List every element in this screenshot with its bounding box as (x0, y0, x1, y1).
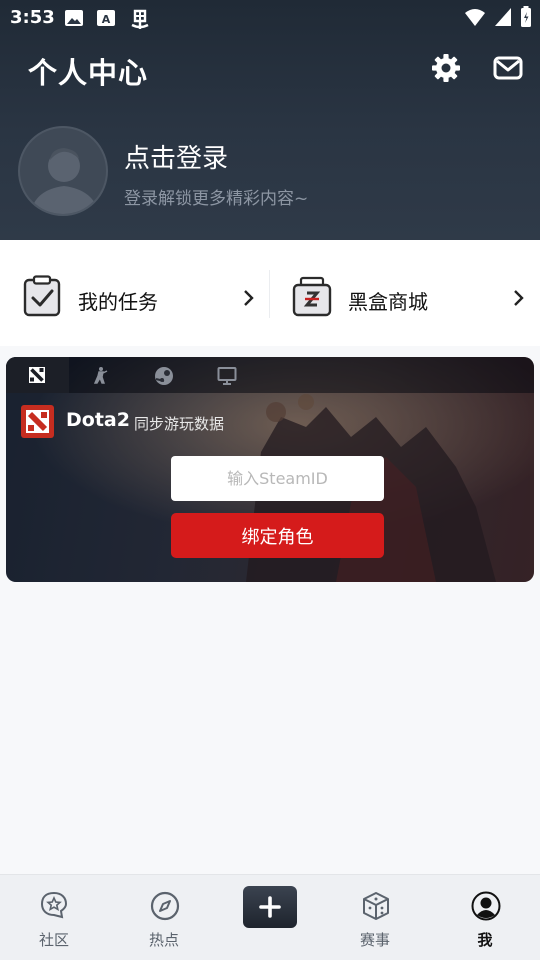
monitor-icon (217, 367, 237, 385)
mail-icon (493, 56, 523, 80)
my-tasks-label: 我的任务 (78, 290, 158, 314)
csgo-icon (93, 367, 108, 384)
my-tasks-link[interactable]: 我的任务 (0, 240, 270, 346)
signal-icon (495, 8, 511, 26)
task-clipboard-icon (23, 275, 61, 317)
profile-header: 3:53 A 个人中心 点击登录 登录解锁更多精彩内容~ (0, 0, 540, 240)
status-bar: 3:53 A (0, 0, 540, 36)
a-notification-icon: A (97, 10, 115, 26)
svg-text:A: A (102, 13, 111, 26)
nav-community-label: 社区 (38, 931, 69, 949)
nav-hot[interactable]: 热点 (110, 875, 218, 960)
nav-events[interactable]: 赛事 (321, 875, 429, 960)
tab-pc[interactable] (195, 357, 258, 393)
plus-icon (259, 896, 281, 918)
quick-links: 我的任务 黑盒商城 (0, 240, 540, 346)
chevron-right-icon (244, 290, 254, 306)
compass-icon (150, 891, 180, 921)
mail-button[interactable] (490, 50, 526, 86)
nav-hot-label: 热点 (148, 931, 179, 949)
battery-icon (521, 6, 531, 27)
login-prompt[interactable]: 点击登录 (124, 138, 228, 175)
settings-button[interactable] (428, 50, 464, 86)
bind-role-button[interactable]: 绑定角色 (171, 513, 384, 558)
nav-community[interactable]: 社区 (0, 875, 108, 960)
heybox-shop-link[interactable]: 黑盒商城 (270, 240, 540, 346)
game-tabs (6, 357, 534, 393)
page-title: 个人中心 (28, 56, 149, 90)
steam-icon (155, 367, 173, 385)
dota-logo-icon (21, 405, 54, 438)
tab-csgo[interactable] (69, 357, 132, 393)
game-subtitle: 同步游玩数据 (134, 415, 225, 433)
cube-icon (363, 892, 389, 920)
status-time: 3:53 (10, 7, 55, 28)
wifi-icon (465, 9, 485, 26)
avatar[interactable] (18, 126, 108, 216)
shop-box-icon (292, 276, 332, 317)
image-icon (65, 10, 83, 26)
heybox-shop-label: 黑盒商城 (348, 290, 428, 314)
profile-icon (471, 891, 501, 921)
publish-plus-button[interactable] (243, 886, 297, 928)
steamid-input[interactable] (171, 456, 384, 501)
tab-dota[interactable] (6, 357, 69, 393)
tab-steam[interactable] (132, 357, 195, 393)
dota-icon (29, 367, 45, 383)
bug-icon (131, 9, 149, 29)
nav-me[interactable]: 我 (431, 875, 539, 960)
login-subtitle: 登录解锁更多精彩内容~ (124, 189, 309, 209)
nav-me-label: 我 (477, 931, 493, 949)
gear-icon (432, 54, 460, 82)
nav-events-label: 赛事 (359, 931, 390, 949)
community-star-icon (40, 891, 68, 919)
game-bind-card: Dota2 同步游玩数据 绑定角色 (6, 357, 534, 582)
game-name: Dota2 (66, 409, 130, 431)
chevron-right-icon (514, 290, 524, 306)
default-avatar-icon (30, 148, 100, 214)
